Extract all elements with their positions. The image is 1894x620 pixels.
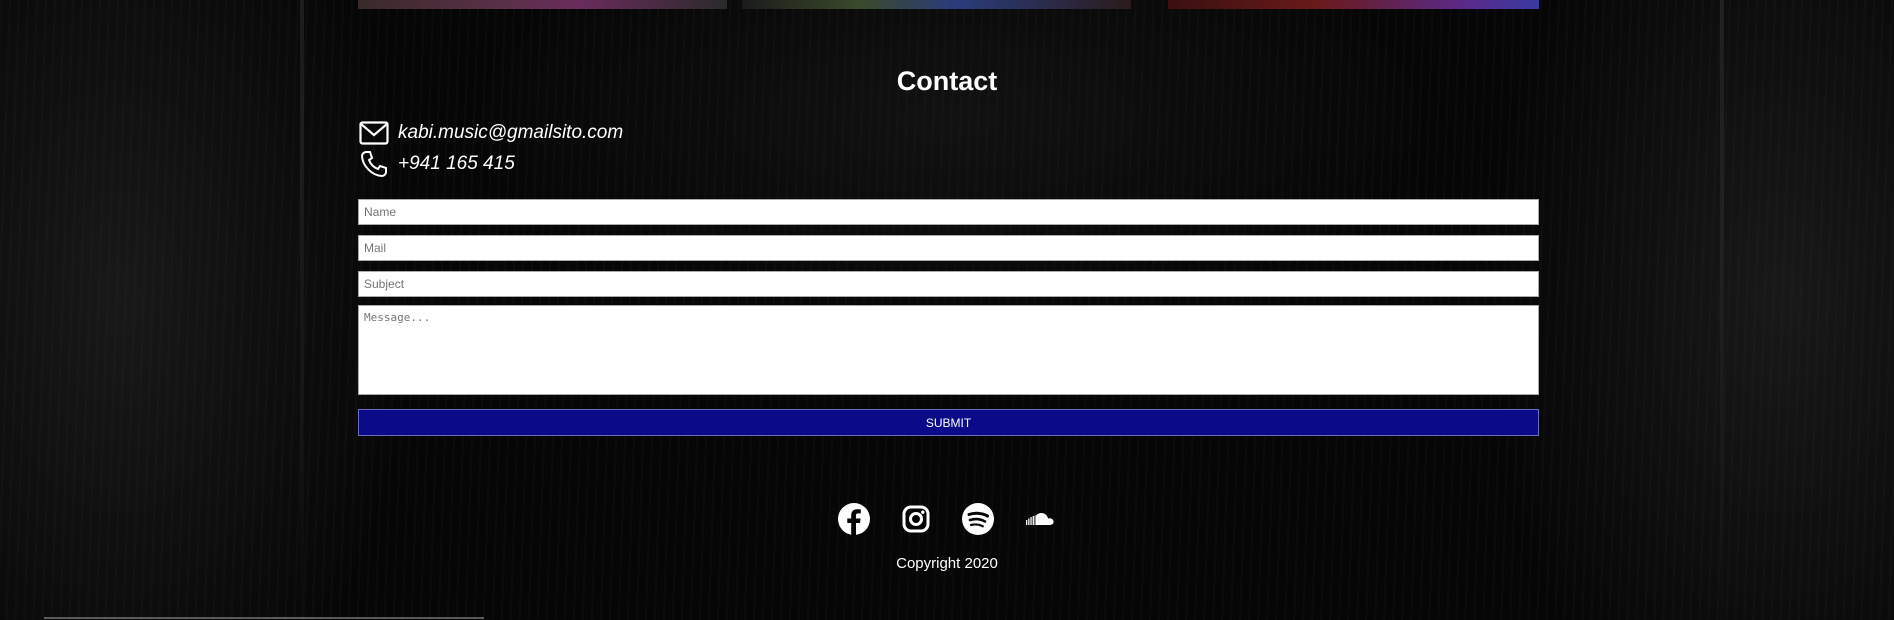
copyright-text: Copyright 2020 [896,555,998,572]
instagram-icon[interactable] [885,500,947,538]
social-links [0,500,1894,538]
email-row: kabi.music@gmailsito.com [358,118,623,148]
phone-icon [358,149,390,179]
submit-button[interactable]: SUBMIT [358,409,1539,436]
soundcloud-icon[interactable] [1009,500,1071,538]
gallery-strip [358,0,1539,9]
subject-field[interactable] [358,271,1539,297]
phone-row: +941 165 415 [358,149,515,179]
facebook-icon[interactable] [823,500,885,538]
divider [44,617,484,619]
message-field[interactable] [358,305,1539,395]
contact-email[interactable]: kabi.music@gmailsito.com [398,122,623,144]
contact-title: Contact [896,66,998,96]
gallery-image[interactable] [1168,0,1539,9]
gallery-image[interactable] [358,0,727,9]
envelope-icon [358,118,390,148]
spotify-icon[interactable] [947,500,1009,538]
name-field[interactable] [358,199,1539,225]
mail-field[interactable] [358,235,1539,261]
gallery-image[interactable] [742,0,1131,9]
contact-phone[interactable]: +941 165 415 [398,153,515,175]
